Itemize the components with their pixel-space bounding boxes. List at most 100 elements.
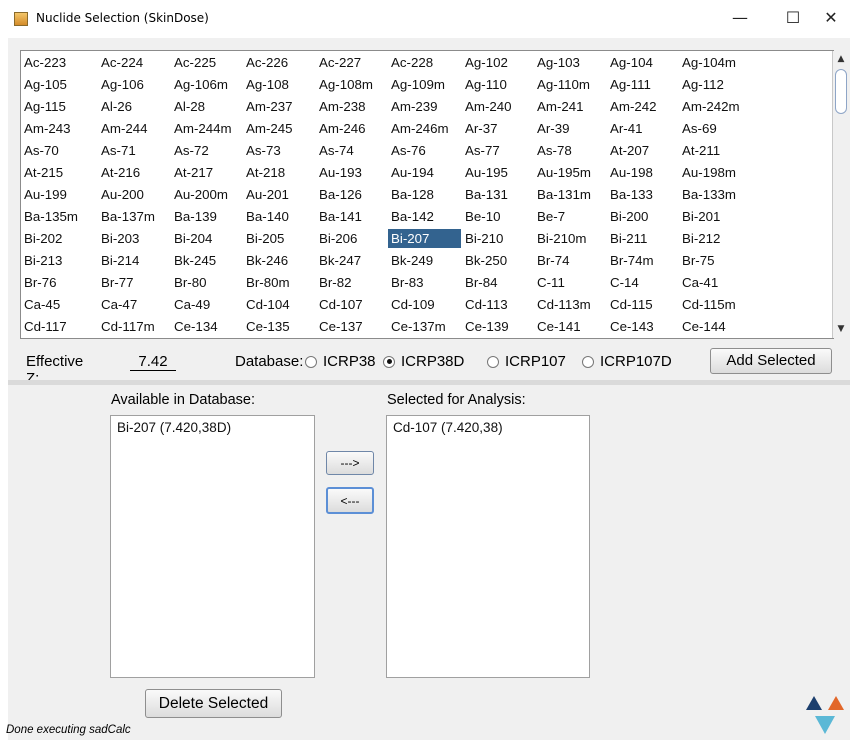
nuclide-cell[interactable]: Bi-204 [171,229,244,248]
nuclide-cell[interactable]: C-11 [534,273,607,292]
nuclide-cell[interactable]: Bi-211 [607,229,680,248]
nuclide-cell[interactable]: Br-80m [243,273,316,292]
nuclide-cell[interactable]: Br-74 [534,251,607,270]
nuclide-cell[interactable]: Am-245 [243,119,316,138]
nuclide-cell[interactable]: Bi-207 [388,229,461,248]
nuclide-cell[interactable]: Ca-49 [171,295,244,314]
nuclide-cell[interactable]: Am-242 [607,97,680,116]
nuclide-cell[interactable]: Ac-223 [21,53,96,72]
nuclide-cell[interactable]: Am-246m [388,119,461,138]
nuclide-cell[interactable]: C-14 [607,273,680,292]
nuclide-cell[interactable]: As-76 [388,141,461,160]
available-list-item[interactable]: Bi-207 (7.420,38D) [111,416,314,435]
minimize-button[interactable]: — [717,4,763,32]
nuclide-cell[interactable]: Ac-226 [243,53,316,72]
nuclide-cell[interactable]: As-77 [462,141,535,160]
nuclide-cell[interactable]: Bi-203 [98,229,171,248]
nuclide-cell[interactable]: Ag-110m [534,75,607,94]
nuclide-cell[interactable]: Ar-41 [607,119,680,138]
nuclide-cell[interactable]: At-217 [171,163,244,182]
nuclide-cell[interactable]: As-71 [98,141,171,160]
effective-z-field[interactable]: 7.42 [130,353,176,371]
nuclide-cell[interactable]: Ar-37 [462,119,535,138]
nuclide-cell[interactable]: Am-246 [316,119,389,138]
scroll-thumb[interactable] [835,69,847,114]
add-selected-button[interactable]: Add Selected [710,348,832,374]
nuclide-cell[interactable]: Ca-41 [679,273,752,292]
selected-list[interactable]: Cd-107 (7.420,38) [386,415,590,678]
nuclide-cell[interactable]: Br-84 [462,273,535,292]
nuclide-cell[interactable]: At-211 [679,141,752,160]
nuclide-cell[interactable]: Bk-247 [316,251,389,270]
nuclide-cell[interactable]: Am-244m [171,119,244,138]
nuclide-cell[interactable]: Ba-135m [21,207,96,226]
nuclide-cell[interactable]: Bk-250 [462,251,535,270]
nuclide-cell[interactable]: Ce-139 [462,317,535,336]
nuclide-cell[interactable]: Br-77 [98,273,171,292]
nuclide-cell[interactable]: Br-83 [388,273,461,292]
nuclide-cell[interactable]: Cd-109 [388,295,461,314]
nuclide-cell[interactable]: Ag-109m [388,75,461,94]
nuclide-cell[interactable]: Au-198m [679,163,752,182]
nuclide-cell[interactable]: As-74 [316,141,389,160]
nuclide-cell[interactable]: Cd-113m [534,295,607,314]
nuclide-cell[interactable]: Ag-104 [607,53,680,72]
nuclide-cell[interactable]: Ce-141 [534,317,607,336]
nuclide-cell[interactable]: Cd-107 [316,295,389,314]
nuclide-cell[interactable]: Au-195m [534,163,607,182]
nuclide-cell[interactable]: Ba-131 [462,185,535,204]
nuclide-cell[interactable]: Ag-115 [21,97,96,116]
nuclide-cell[interactable]: Bi-212 [679,229,752,248]
radio-icrp38[interactable]: ICRP38 [305,353,376,370]
nuclide-cell[interactable]: Am-239 [388,97,461,116]
nuclide-cell[interactable]: Ag-106 [98,75,171,94]
nuclide-cell[interactable]: Ac-228 [388,53,461,72]
nuclide-cell[interactable]: Bk-249 [388,251,461,270]
nuclide-cell[interactable]: Bi-206 [316,229,389,248]
nuclide-cell[interactable]: As-69 [679,119,752,138]
radio-icrp107[interactable]: ICRP107 [487,353,566,370]
nuclide-cell[interactable]: Bi-210m [534,229,607,248]
nuclide-cell[interactable]: Ag-106m [171,75,244,94]
nuclide-cell[interactable]: Ac-227 [316,53,389,72]
nuclide-cell[interactable]: Ba-131m [534,185,607,204]
selected-list-item[interactable]: Cd-107 (7.420,38) [387,416,589,435]
nuclide-cell[interactable]: Cd-117m [98,317,171,336]
nuclide-cell[interactable]: Bi-214 [98,251,171,270]
nuclide-cell[interactable]: Ba-139 [171,207,244,226]
nuclide-grid[interactable]: Ac-223 Ac-224 Ac-225 Ac-226 Ac-227 Ac-228 Ag-1… [20,50,834,339]
nuclide-cell[interactable]: Ac-224 [98,53,171,72]
nuclide-cell[interactable]: Au-198 [607,163,680,182]
scroll-down-icon[interactable]: ▼ [833,321,849,337]
nuclide-cell[interactable]: Au-200 [98,185,171,204]
nuclide-cell[interactable]: Au-200m [171,185,244,204]
nuclide-cell[interactable]: As-72 [171,141,244,160]
nuclide-cell[interactable]: Am-243 [21,119,96,138]
nuclide-cell[interactable]: Br-80 [171,273,244,292]
nuclide-cell[interactable]: Bi-213 [21,251,96,270]
nuclide-cell[interactable]: Ag-108m [316,75,389,94]
nuclide-cell[interactable]: Ce-137m [388,317,461,336]
nuclide-cell[interactable]: Al-28 [171,97,244,116]
nuclide-cell[interactable]: Ag-104m [679,53,752,72]
nuclide-cell[interactable]: Ce-143 [607,317,680,336]
nuclide-cell[interactable]: Al-26 [98,97,171,116]
nuclide-cell[interactable]: At-207 [607,141,680,160]
nuclide-cell[interactable]: Ag-111 [607,75,680,94]
nuclide-cell[interactable]: Bi-210 [462,229,535,248]
nuclide-cell[interactable]: Au-195 [462,163,535,182]
move-right-button[interactable]: ---> [326,451,374,475]
nuclide-cell[interactable]: At-216 [98,163,171,182]
nuclide-cell[interactable]: Ba-133 [607,185,680,204]
nuclide-cell[interactable]: Am-242m [679,97,752,116]
nuclide-cell[interactable]: Au-193 [316,163,389,182]
nuclide-cell[interactable]: Be-10 [462,207,535,226]
nuclide-cell[interactable]: Am-244 [98,119,171,138]
nuclide-cell[interactable]: Au-199 [21,185,96,204]
move-left-button[interactable]: <--- [326,487,374,514]
nuclide-cell[interactable]: Br-74m [607,251,680,270]
nuclide-cell[interactable]: Ag-112 [679,75,752,94]
nuclide-cell[interactable]: Ag-103 [534,53,607,72]
nuclide-cell[interactable]: Au-201 [243,185,316,204]
panel-divider[interactable] [8,380,850,385]
